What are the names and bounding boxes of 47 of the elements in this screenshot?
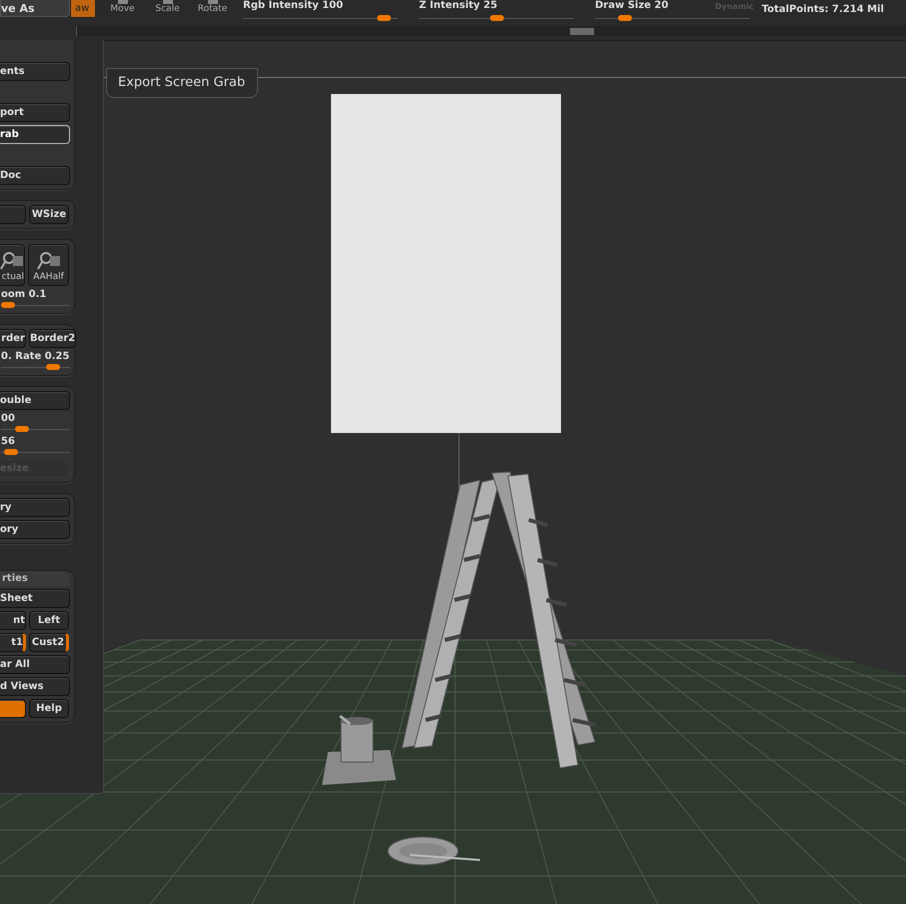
tooltip: Export Screen Grab	[106, 68, 258, 98]
panel-button[interactable]: Doc	[0, 166, 70, 185]
tool-button[interactable]: Move	[100, 0, 145, 14]
slider-thumb[interactable]	[4, 449, 18, 455]
panel-button[interactable]: WSize	[29, 205, 69, 224]
panel-button[interactable]: ory	[0, 520, 70, 539]
slider-label: Draw Size 20	[595, 0, 668, 11]
panel-button[interactable]: ry	[0, 498, 70, 517]
panel-button[interactable]: Border2	[29, 329, 76, 348]
tool-button[interactable]: Rotate	[190, 0, 235, 14]
panel-button[interactable]: Help	[29, 699, 69, 718]
slider-thumb[interactable]	[46, 364, 60, 370]
slider-label: 0. Rate 0.25	[1, 351, 70, 362]
panel-button[interactable]: Sheet	[0, 589, 70, 608]
slider-thumb[interactable]	[14, 426, 29, 432]
panel-button[interactable]: AAHalf	[28, 244, 69, 286]
slider-label: 56	[1, 436, 15, 447]
scroll-thumb[interactable]	[570, 28, 594, 35]
group-title[interactable]: rties	[0, 571, 70, 586]
panel-button[interactable]: t1	[0, 633, 26, 652]
slider-label: 00	[1, 413, 15, 424]
draw-button[interactable]: aw	[70, 0, 96, 18]
magnifier-icon	[0, 250, 24, 272]
total-points-label: TotalPoints: 7.214 Mil	[762, 4, 884, 15]
panel-button[interactable]: ctual	[0, 244, 25, 286]
tool-button[interactable]: Scale	[145, 0, 190, 14]
panel-button[interactable]: Cust2	[29, 633, 69, 652]
slider-thumb[interactable]	[1, 302, 15, 308]
panel-button[interactable]: d Views	[0, 677, 70, 696]
panel-button[interactable]: Left	[29, 611, 69, 630]
panel-button[interactable]: ents	[0, 62, 70, 81]
panel-button[interactable]: nt	[0, 611, 26, 630]
magnifier-icon	[36, 250, 60, 272]
panel-button[interactable]: ar All	[0, 655, 70, 674]
panel-button[interactable]: port	[0, 103, 70, 122]
panel-button[interactable]: ouble	[0, 391, 70, 410]
slider-label: Rgb Intensity 100	[243, 0, 344, 11]
slider-label: oom 0.1	[1, 289, 46, 300]
slider-thumb[interactable]	[490, 15, 504, 21]
panel-button[interactable]: rder	[0, 329, 26, 348]
save-as-button[interactable]: ve As	[0, 0, 70, 17]
slider-thumb[interactable]	[618, 15, 632, 21]
scroll-track[interactable]	[77, 26, 906, 36]
slider-thumb[interactable]	[376, 15, 391, 21]
slider-label: Z Intensity 25	[419, 0, 498, 11]
panel-button[interactable]	[0, 699, 26, 718]
panel-button[interactable]: rab	[0, 125, 70, 144]
